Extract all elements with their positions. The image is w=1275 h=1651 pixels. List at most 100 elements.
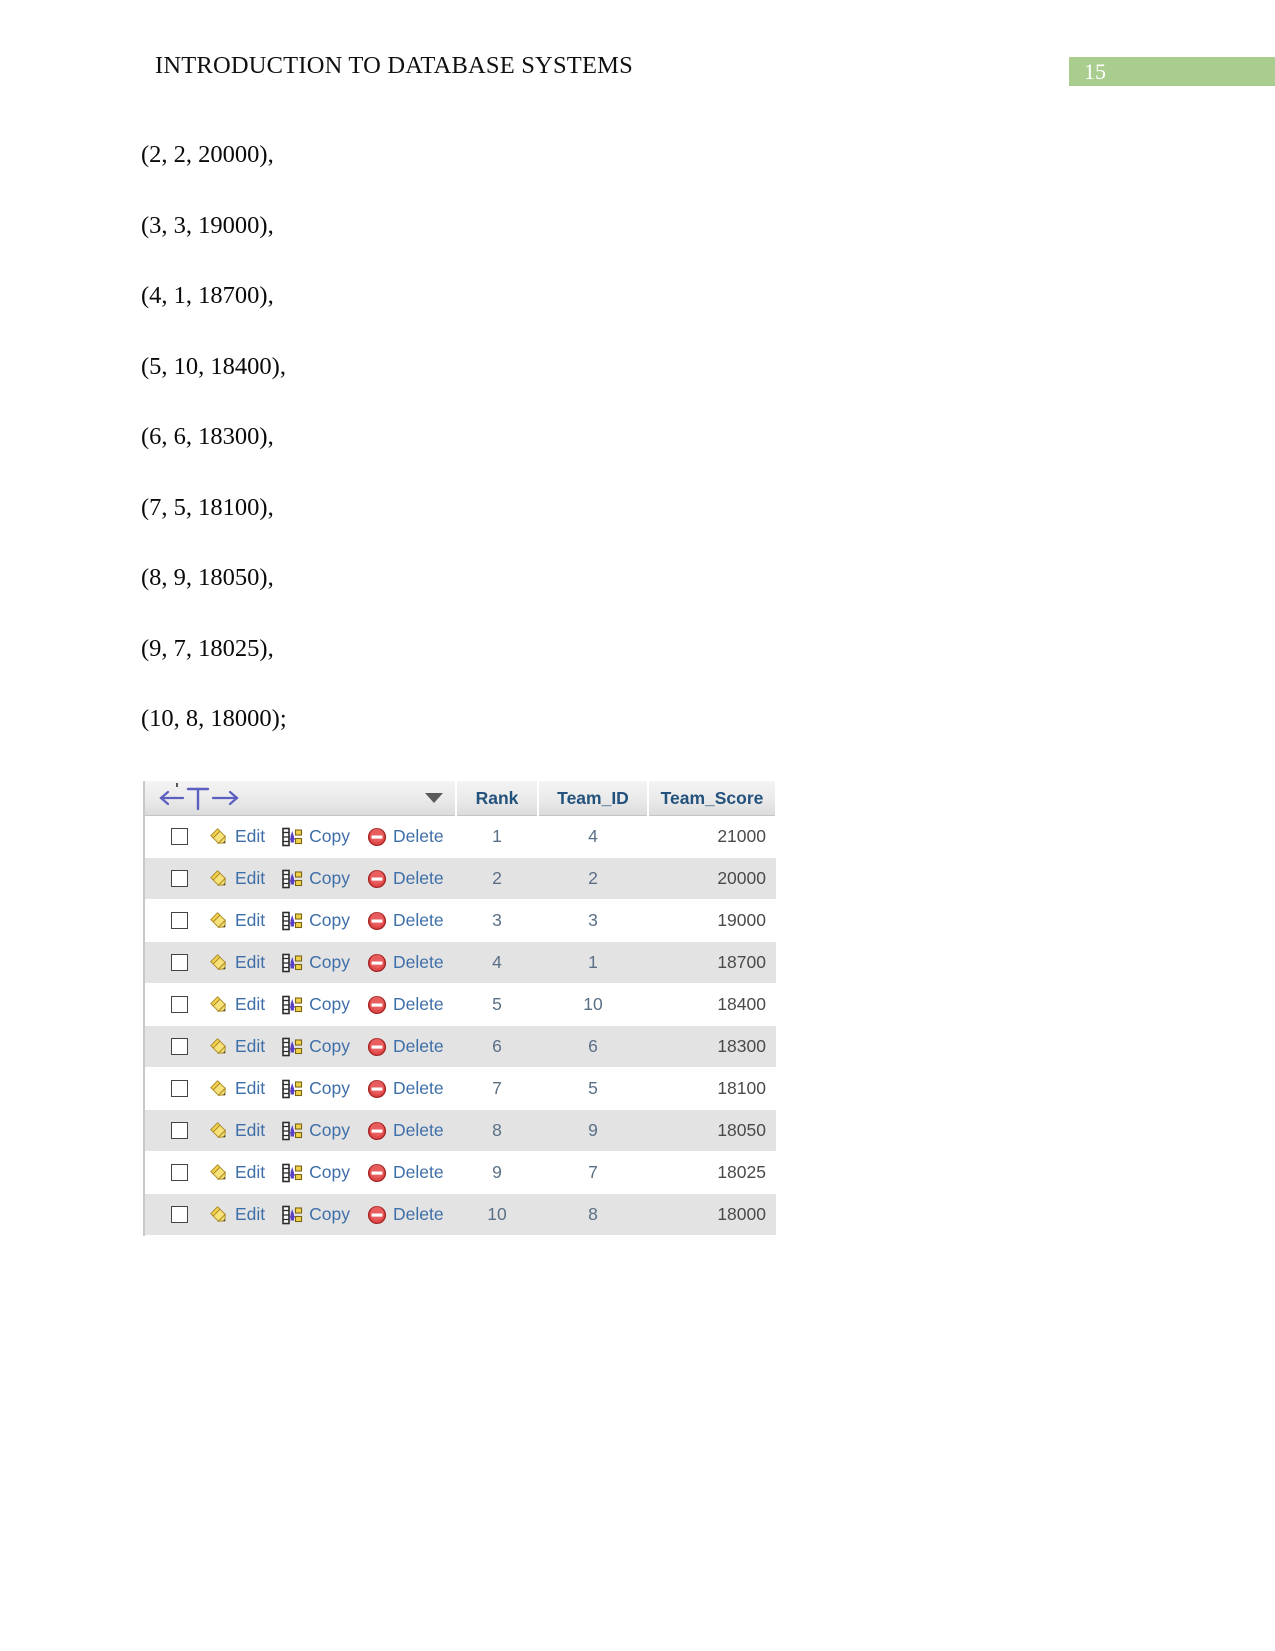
sql-values-block: (2, 2, 20000), (3, 3, 19000), (4, 1, 18700…	[141, 140, 841, 775]
row-actions-cell: Edit Copy Delete	[144, 1193, 456, 1236]
delete-label: Delete	[393, 1204, 444, 1224]
cell-team-id: 5	[538, 1067, 648, 1110]
copy-icon	[282, 1205, 309, 1225]
copy-button[interactable]: Copy	[282, 826, 350, 847]
edit-button[interactable]: Edit	[209, 994, 265, 1015]
edit-button[interactable]: Edit	[209, 826, 265, 847]
copy-label: Copy	[309, 1120, 351, 1140]
cell-rank: 6	[456, 1025, 538, 1068]
copy-label: Copy	[309, 1204, 351, 1224]
edit-label: Edit	[235, 1078, 266, 1098]
delete-button[interactable]: Delete	[367, 1120, 444, 1141]
row-select-checkbox[interactable]	[171, 1164, 188, 1181]
copy-button[interactable]: Copy	[282, 1120, 350, 1141]
table-row[interactable]: Edit Copy Delete 4 1 18700	[144, 941, 776, 984]
copy-label: Copy	[309, 868, 351, 888]
cell-team-id: 10	[538, 983, 648, 1026]
table-row[interactable]: Edit Copy Delete 3 3 19000	[144, 899, 776, 942]
copy-button[interactable]: Copy	[282, 952, 350, 973]
pencil-icon	[209, 827, 235, 847]
delete-circle-icon	[367, 1163, 393, 1183]
copy-label: Copy	[309, 910, 351, 930]
sort-move-column-icon[interactable]	[157, 781, 445, 815]
document-header: INTRODUCTION TO DATABASE SYSTEMS 15	[0, 52, 1275, 92]
edit-button[interactable]: Edit	[209, 952, 265, 973]
pencil-icon	[209, 1163, 235, 1183]
edit-button[interactable]: Edit	[209, 1036, 265, 1057]
row-select-checkbox[interactable]	[171, 1206, 188, 1223]
table-row[interactable]: Edit Copy Delete 7 5 18100	[144, 1067, 776, 1110]
copy-button[interactable]: Copy	[282, 910, 350, 931]
delete-button[interactable]: Delete	[367, 1204, 444, 1225]
row-actions-cell: Edit Copy Delete	[144, 1109, 456, 1152]
delete-button[interactable]: Delete	[367, 1162, 444, 1183]
delete-button[interactable]: Delete	[367, 826, 444, 847]
edit-button[interactable]: Edit	[209, 1120, 265, 1141]
row-select-checkbox[interactable]	[171, 996, 188, 1013]
cell-rank: 5	[456, 983, 538, 1026]
edit-button[interactable]: Edit	[209, 1162, 265, 1183]
delete-label: Delete	[393, 994, 444, 1014]
copy-button[interactable]: Copy	[282, 1036, 350, 1057]
row-select-checkbox[interactable]	[171, 1122, 188, 1139]
sql-value-line: (7, 5, 18100),	[141, 493, 274, 521]
table-row[interactable]: Edit Copy Delete 6 6 18300	[144, 1025, 776, 1068]
table-row[interactable]: Edit Copy Delete 5 10 18400	[144, 983, 776, 1026]
delete-button[interactable]: Delete	[367, 1036, 444, 1057]
table-row[interactable]: Edit Copy Delete 8 9 18050	[144, 1109, 776, 1152]
column-header-team-id[interactable]: Team_ID	[538, 781, 649, 816]
column-header-actions[interactable]	[144, 781, 457, 816]
delete-circle-icon	[367, 869, 393, 889]
delete-button[interactable]: Delete	[367, 868, 444, 889]
row-select-checkbox[interactable]	[171, 954, 188, 971]
row-select-checkbox[interactable]	[171, 828, 188, 845]
table-row[interactable]: Edit Copy Delete 10 8 18000	[144, 1193, 776, 1236]
cell-team-score: 18400	[648, 983, 776, 1026]
copy-label: Copy	[309, 1078, 351, 1098]
delete-circle-icon	[367, 827, 393, 847]
copy-button[interactable]: Copy	[282, 1204, 350, 1225]
row-select-checkbox[interactable]	[171, 1080, 188, 1097]
delete-circle-icon	[367, 953, 393, 973]
sql-value-line: (10, 8, 18000);	[141, 705, 287, 732]
edit-button[interactable]: Edit	[209, 1078, 265, 1099]
delete-button[interactable]: Delete	[367, 910, 444, 931]
column-header-rank[interactable]: Rank	[456, 781, 539, 816]
chevron-down-icon[interactable]	[425, 793, 443, 803]
copy-button[interactable]: Copy	[282, 868, 350, 889]
delete-circle-icon	[367, 1205, 393, 1225]
edit-button[interactable]: Edit	[209, 868, 265, 889]
cell-team-score: 20000	[648, 857, 776, 900]
cell-team-id: 1	[538, 941, 648, 984]
delete-circle-icon	[367, 995, 393, 1015]
edit-label: Edit	[235, 826, 266, 846]
delete-button[interactable]: Delete	[367, 1078, 444, 1099]
row-select-checkbox[interactable]	[171, 870, 188, 887]
copy-button[interactable]: Copy	[282, 1162, 350, 1183]
pencil-icon	[209, 953, 235, 973]
edit-label: Edit	[235, 910, 266, 930]
delete-label: Delete	[393, 910, 444, 930]
row-select-checkbox[interactable]	[171, 912, 188, 929]
copy-button[interactable]: Copy	[282, 994, 350, 1015]
edit-button[interactable]: Edit	[209, 1204, 265, 1225]
cell-rank: 9	[456, 1151, 538, 1194]
column-header-team-score[interactable]: Team_Score	[648, 781, 777, 816]
delete-button[interactable]: Delete	[367, 952, 444, 973]
cell-rank: 4	[456, 941, 538, 984]
copy-icon	[282, 1079, 309, 1099]
page-number: 15	[1084, 59, 1106, 84]
pencil-icon	[209, 1079, 235, 1099]
edit-button[interactable]: Edit	[209, 910, 265, 931]
table-row[interactable]: Edit Copy Delete 2 2 20000	[144, 857, 776, 900]
table-row[interactable]: Edit Copy Delete 9 7 18025	[144, 1151, 776, 1194]
table-row[interactable]: Edit Copy Delete 1 4 21000	[144, 815, 776, 858]
results-table: Rank Team_ID Team_Score Edit Copy Delete 1 4…	[143, 781, 777, 1236]
delete-button[interactable]: Delete	[367, 994, 444, 1015]
copy-button[interactable]: Copy	[282, 1078, 350, 1099]
pencil-icon	[209, 1121, 235, 1141]
delete-circle-icon	[367, 1121, 393, 1141]
row-select-checkbox[interactable]	[171, 1038, 188, 1055]
page-number-badge: 15	[1069, 57, 1275, 86]
cell-team-id: 2	[538, 857, 648, 900]
